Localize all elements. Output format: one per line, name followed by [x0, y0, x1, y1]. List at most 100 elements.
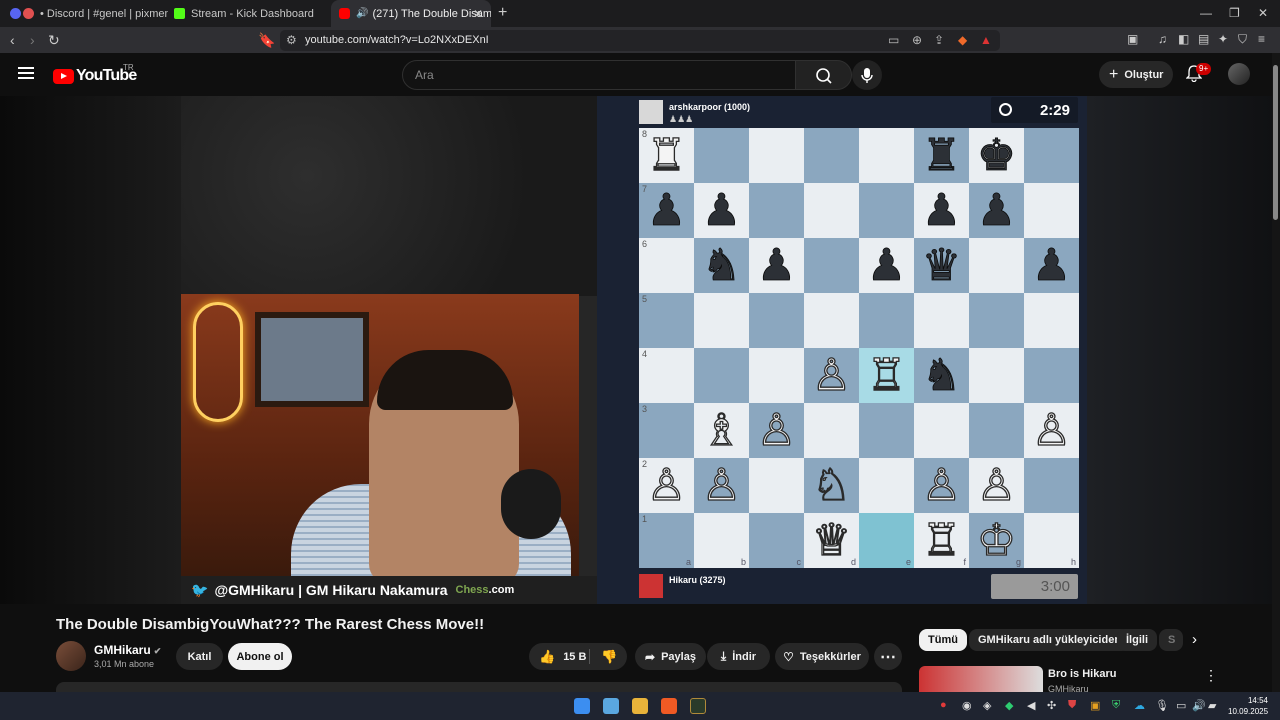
cast-icon[interactable]: ▭	[888, 33, 899, 47]
chess-board[interactable]: 8 ♜ ♜ ♚ 7 ♟ ♟ ♟ ♟ 6 ♞ ♟ ♟ ♛ ♟ 5 4 ♙ ♖ ♞ 3 ♗ ♙ ♙ 2 ♙ ♙ ♘ ♙ ♙ 1 a b c d ♕ e f ♖ g…	[639, 128, 1079, 568]
square-c2[interactable]	[749, 458, 804, 513]
tray-display-icon[interactable]: ▭	[1176, 699, 1186, 712]
scroll-thumb[interactable]	[1273, 65, 1278, 220]
share-button[interactable]: ➦ Paylaş	[635, 643, 706, 670]
media-icon[interactable]: ♫	[1158, 32, 1167, 46]
square-e2[interactable]	[859, 458, 914, 513]
square-e8[interactable]	[859, 128, 914, 183]
url-box[interactable]: ⚙ youtube.com/watch?v=Lo2NXxDEXnI ▭ ⊕ ⇪ …	[280, 30, 1000, 51]
chess-piece[interactable]: ♕	[811, 517, 852, 562]
rewards-icon[interactable]: ▲	[980, 33, 992, 47]
square-a5[interactable]: 5	[639, 293, 694, 348]
tray-steam-icon[interactable]: ◈	[983, 699, 991, 712]
square-d8[interactable]	[804, 128, 859, 183]
like-count[interactable]: 15 B	[563, 651, 586, 663]
chess-piece[interactable]: ♙	[756, 407, 797, 452]
channel-name[interactable]: GMHikaru ✔	[94, 643, 161, 657]
tray-cloud-icon[interactable]: ☁	[1134, 699, 1145, 712]
tray-github-icon[interactable]: ◉	[962, 699, 972, 712]
url-text[interactable]: youtube.com/watch?v=Lo2NXxDEXnI	[305, 34, 489, 46]
square-a6[interactable]: 6	[639, 238, 694, 293]
recommendation-thumbnail[interactable]	[919, 666, 1043, 692]
square-f4[interactable]: ♞	[914, 348, 969, 403]
square-f8[interactable]: ♜	[914, 128, 969, 183]
chess-piece[interactable]: ♖	[921, 517, 962, 562]
square-c3[interactable]: ♙	[749, 403, 804, 458]
chess-piece[interactable]: ♛	[921, 243, 961, 288]
tab-kick[interactable]: Stream - Kick Dashboard	[168, 0, 330, 27]
square-c5[interactable]	[749, 293, 804, 348]
square-d5[interactable]	[804, 293, 859, 348]
tray-volume-icon[interactable]: 🔊	[1192, 699, 1206, 712]
join-button[interactable]: Katıl	[176, 643, 223, 670]
tray-security-icon[interactable]: ⛨	[1112, 699, 1120, 712]
square-b5[interactable]	[694, 293, 749, 348]
brave-browser-icon[interactable]	[661, 698, 677, 714]
chess-piece[interactable]: ♞	[701, 243, 741, 288]
square-h1[interactable]: h	[1024, 513, 1079, 568]
description-box[interactable]	[56, 682, 902, 692]
chevron-right-icon[interactable]: ›	[1192, 631, 1197, 648]
video-player[interactable]: 🐦 @GMHikaru | GM Hikaru Nakamura Chess.c…	[0, 96, 1272, 604]
square-h7[interactable]	[1024, 183, 1079, 238]
square-e1[interactable]: e	[859, 513, 914, 568]
square-a8[interactable]: 8 ♜	[639, 128, 694, 183]
forward-icon[interactable]: ›	[30, 32, 35, 48]
square-f2[interactable]: ♙	[914, 458, 969, 513]
audio-icon[interactable]: 🔊	[356, 8, 368, 19]
minimize-icon[interactable]: —	[1200, 6, 1212, 20]
chip-more[interactable]: S	[1159, 629, 1183, 651]
chess-piece[interactable]: ♘	[811, 462, 852, 507]
search-button[interactable]	[795, 60, 852, 90]
square-b4[interactable]	[694, 348, 749, 403]
chess-piece[interactable]: ♟	[976, 188, 1016, 233]
square-b7[interactable]: ♟	[694, 183, 749, 238]
chess-piece[interactable]: ♙	[976, 462, 1017, 507]
youtube-logo[interactable]: YouTube TR	[53, 63, 137, 85]
tray-arrow-icon[interactable]: ◀	[1027, 699, 1035, 712]
square-d1[interactable]: d ♕	[804, 513, 859, 568]
share-icon[interactable]: ⇪	[934, 33, 944, 47]
system-clock[interactable]: 14:54 10.09.2025	[1228, 695, 1268, 717]
hamburger-menu-icon[interactable]	[18, 67, 34, 79]
file-explorer-icon[interactable]	[632, 698, 648, 714]
square-a3[interactable]: 3	[639, 403, 694, 458]
tab-discord[interactable]: • Discord | #genel | pixmens	[8, 0, 168, 27]
square-c1[interactable]: c	[749, 513, 804, 568]
square-h2[interactable]	[1024, 458, 1079, 513]
vpn-icon[interactable]: ⛉	[1238, 32, 1247, 47]
chess-piece[interactable]: ♟	[921, 188, 961, 233]
square-g4[interactable]	[969, 348, 1024, 403]
square-b1[interactable]: b	[694, 513, 749, 568]
download-button[interactable]: ⤓ İndir	[707, 643, 770, 670]
square-f1[interactable]: f ♖	[914, 513, 969, 568]
chess-piece[interactable]: ♟	[646, 188, 686, 233]
chess-piece[interactable]: ♙	[811, 352, 852, 397]
dislike-icon[interactable]: 👎	[601, 649, 617, 665]
tray-shield-icon[interactable]: ⛊	[1068, 699, 1076, 712]
square-g3[interactable]	[969, 403, 1024, 458]
square-a4[interactable]: 4	[639, 348, 694, 403]
chess-piece[interactable]: ♙	[646, 462, 687, 507]
create-button[interactable]: + Oluştur	[1099, 61, 1173, 88]
square-d7[interactable]	[804, 183, 859, 238]
chess-piece[interactable]: ♟	[1031, 243, 1071, 288]
square-a2[interactable]: 2 ♙	[639, 458, 694, 513]
start-icon[interactable]	[574, 698, 590, 714]
like-icon[interactable]: 👍	[539, 649, 555, 665]
channel-avatar[interactable]	[56, 641, 86, 671]
tab-youtube[interactable]: 🔊 (271) The Double DisambigYo ✕	[331, 0, 491, 27]
square-d4[interactable]: ♙	[804, 348, 859, 403]
square-g5[interactable]	[969, 293, 1024, 348]
chess-piece[interactable]: ♟	[701, 188, 741, 233]
chip-from-uploader[interactable]: GMHikaru adlı yükleyiciden	[969, 629, 1131, 651]
square-h4[interactable]	[1024, 348, 1079, 403]
chess-piece[interactable]: ♖	[866, 352, 907, 397]
chip-related[interactable]: İlgili	[1117, 629, 1157, 651]
chess-piece[interactable]: ♔	[976, 517, 1017, 562]
square-d3[interactable]	[804, 403, 859, 458]
square-b6[interactable]: ♞	[694, 238, 749, 293]
game-launcher-icon[interactable]	[690, 698, 706, 714]
square-f3[interactable]	[914, 403, 969, 458]
chess-piece[interactable]: ♟	[866, 243, 906, 288]
